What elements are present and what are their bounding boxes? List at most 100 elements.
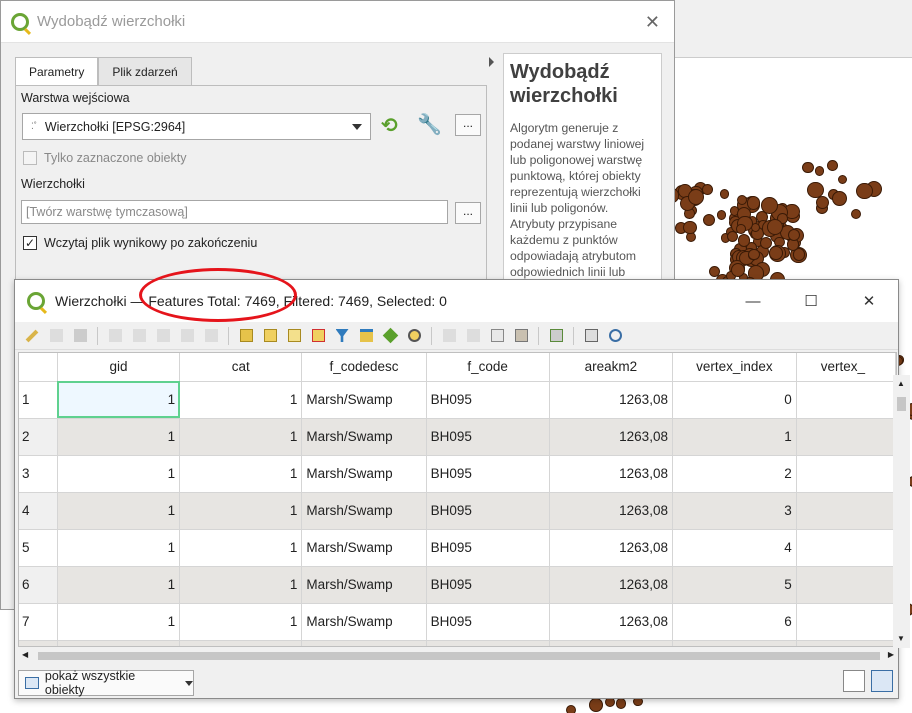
cell-partial[interactable]: [796, 640, 896, 646]
table-row[interactable]: 5 1 1 Marsh/Swamp BH095 1263,08 4: [19, 529, 896, 567]
cell-vertex-index[interactable]: 2: [672, 455, 797, 493]
row-header[interactable]: 5: [19, 529, 58, 567]
collapse-help-icon[interactable]: [489, 57, 494, 67]
cell-f-codedesc[interactable]: Marsh/Swamp: [301, 492, 427, 530]
column-header-f-codedesc[interactable]: f_codedesc: [301, 353, 427, 382]
cell-vertex-index[interactable]: 4: [672, 529, 797, 567]
cell-gid[interactable]: 1: [57, 529, 181, 567]
horizontal-scroll-thumb[interactable]: [38, 652, 880, 660]
cell-areakm2[interactable]: 1263,08: [549, 529, 673, 567]
add-feature-icon[interactable]: [104, 326, 126, 346]
new-field-icon[interactable]: [438, 326, 460, 346]
column-header-cat[interactable]: cat: [179, 353, 303, 382]
delete-field-icon[interactable]: [462, 326, 484, 346]
copy-icon[interactable]: [176, 326, 198, 346]
column-header-vertex-index[interactable]: vertex_index: [672, 353, 797, 382]
conditional-formatting-icon[interactable]: [510, 326, 532, 346]
cell-f-code[interactable]: BH095: [426, 455, 550, 493]
cell-areakm2[interactable]: 1263,08: [549, 492, 673, 530]
scroll-left-icon[interactable]: ◀: [22, 650, 28, 659]
output-field[interactable]: [Twórz warstwę tymczasową]: [21, 200, 448, 224]
wrench-icon[interactable]: 🔧: [417, 112, 442, 137]
cell-f-code[interactable]: BH095: [426, 566, 550, 604]
cell-vertex-index[interactable]: 0: [672, 381, 797, 419]
zoom-map-icon[interactable]: [604, 326, 626, 346]
cell-vertex-part[interactable]: [796, 455, 896, 493]
select-expression-icon[interactable]: [235, 326, 257, 346]
form-view-icon[interactable]: [843, 670, 865, 692]
cell-areakm2[interactable]: 1263,08: [549, 455, 673, 493]
column-header-f-code[interactable]: f_code: [426, 353, 550, 382]
cell-cat[interactable]: 1: [179, 566, 303, 604]
delete-icon[interactable]: [128, 326, 150, 346]
tab-plik-zdarzen[interactable]: Plik zdarzeń: [98, 57, 192, 85]
cell-vertex-part[interactable]: [796, 492, 896, 530]
cell-f-codedesc[interactable]: Marsh/Swamp: [301, 529, 427, 567]
tab-parametry[interactable]: Parametry: [15, 57, 99, 86]
scroll-down-icon[interactable]: ▼: [897, 634, 905, 643]
table-view-icon[interactable]: [871, 670, 893, 692]
zoom-to-selection-icon[interactable]: [403, 326, 425, 346]
attribute-grid[interactable]: gid cat f_codedesc f_code areakm2 vertex…: [18, 352, 897, 647]
close-icon[interactable]: ✕: [645, 12, 660, 33]
dock-table-icon[interactable]: [545, 326, 567, 346]
table-row[interactable]: 2 1 1 Marsh/Swamp BH095 1263,08 1: [19, 418, 896, 456]
table-row[interactable]: 4 1 1 Marsh/Swamp BH095 1263,08 3: [19, 492, 896, 530]
cell-gid[interactable]: 1: [57, 603, 181, 641]
cell-partial[interactable]: [672, 640, 797, 646]
open-output-checkbox[interactable]: ✓: [23, 236, 37, 250]
row-header[interactable]: 6: [19, 566, 58, 604]
cell-areakm2[interactable]: 1263,08: [549, 603, 673, 641]
cell-vertex-index[interactable]: 5: [672, 566, 797, 604]
selected-only-checkbox[interactable]: [23, 151, 37, 165]
input-layer-combo[interactable]: ⁚˚ Wierzchołki [EPSG:2964]: [22, 113, 371, 140]
deselect-icon[interactable]: [307, 326, 329, 346]
cell-areakm2[interactable]: 1263,08: [549, 566, 673, 604]
cell-f-codedesc[interactable]: Marsh/Swamp: [301, 455, 427, 493]
cell-areakm2[interactable]: 1263,08: [549, 418, 673, 456]
cell-f-codedesc[interactable]: Marsh/Swamp: [301, 566, 427, 604]
cell-f-codedesc[interactable]: Marsh/Swamp: [301, 603, 427, 641]
row-header[interactable]: 2: [19, 418, 58, 456]
vertical-scroll-thumb[interactable]: [897, 397, 906, 411]
output-options-button[interactable]: ...: [455, 202, 481, 224]
pan-to-selection-icon[interactable]: [379, 326, 401, 346]
column-header-vertex-part[interactable]: vertex_: [796, 353, 896, 382]
paste-icon[interactable]: [200, 326, 222, 346]
cell-partial[interactable]: [179, 640, 303, 646]
input-layer-options-button[interactable]: ...: [455, 114, 481, 136]
table-row-partial[interactable]: [19, 640, 896, 646]
cell-f-code[interactable]: BH095: [426, 418, 550, 456]
row-header[interactable]: 4: [19, 492, 58, 530]
cell-vertex-part[interactable]: [796, 529, 896, 567]
cell-gid[interactable]: 1: [57, 418, 181, 456]
invert-selection-icon[interactable]: [283, 326, 305, 346]
cell-f-code[interactable]: BH095: [426, 603, 550, 641]
pencil-icon[interactable]: [21, 326, 43, 346]
cell-cat[interactable]: 1: [179, 418, 303, 456]
column-header-areakm2[interactable]: areakm2: [549, 353, 673, 382]
cell-vertex-part[interactable]: [796, 381, 896, 419]
cell-vertex-part[interactable]: [796, 418, 896, 456]
cell-partial[interactable]: [301, 640, 427, 646]
cell-areakm2[interactable]: 1263,08: [549, 381, 673, 419]
row-header[interactable]: 7: [19, 603, 58, 641]
select-all-icon[interactable]: [259, 326, 281, 346]
vertical-scrollbar[interactable]: ▲ ▼: [893, 375, 910, 648]
scroll-up-icon[interactable]: ▲: [897, 379, 905, 388]
minimize-button[interactable]: —: [724, 280, 782, 322]
table-row[interactable]: 1 1 1 Marsh/Swamp BH095 1263,08 0: [19, 381, 896, 419]
maximize-button[interactable]: ☐: [782, 280, 840, 322]
move-selection-top-icon[interactable]: [355, 326, 377, 346]
cell-f-code[interactable]: BH095: [426, 492, 550, 530]
row-header[interactable]: 1: [19, 381, 58, 419]
cell-gid[interactable]: 1: [57, 492, 181, 530]
cell-f-code[interactable]: BH095: [426, 529, 550, 567]
cell-vertex-index[interactable]: 6: [672, 603, 797, 641]
close-button[interactable]: ✕: [840, 280, 898, 322]
cut-icon[interactable]: [152, 326, 174, 346]
cell-vertex-part[interactable]: [796, 603, 896, 641]
table-row[interactable]: 6 1 1 Marsh/Swamp BH095 1263,08 5: [19, 566, 896, 604]
cell-f-codedesc[interactable]: Marsh/Swamp: [301, 381, 427, 419]
cell-vertex-index[interactable]: 1: [672, 418, 797, 456]
